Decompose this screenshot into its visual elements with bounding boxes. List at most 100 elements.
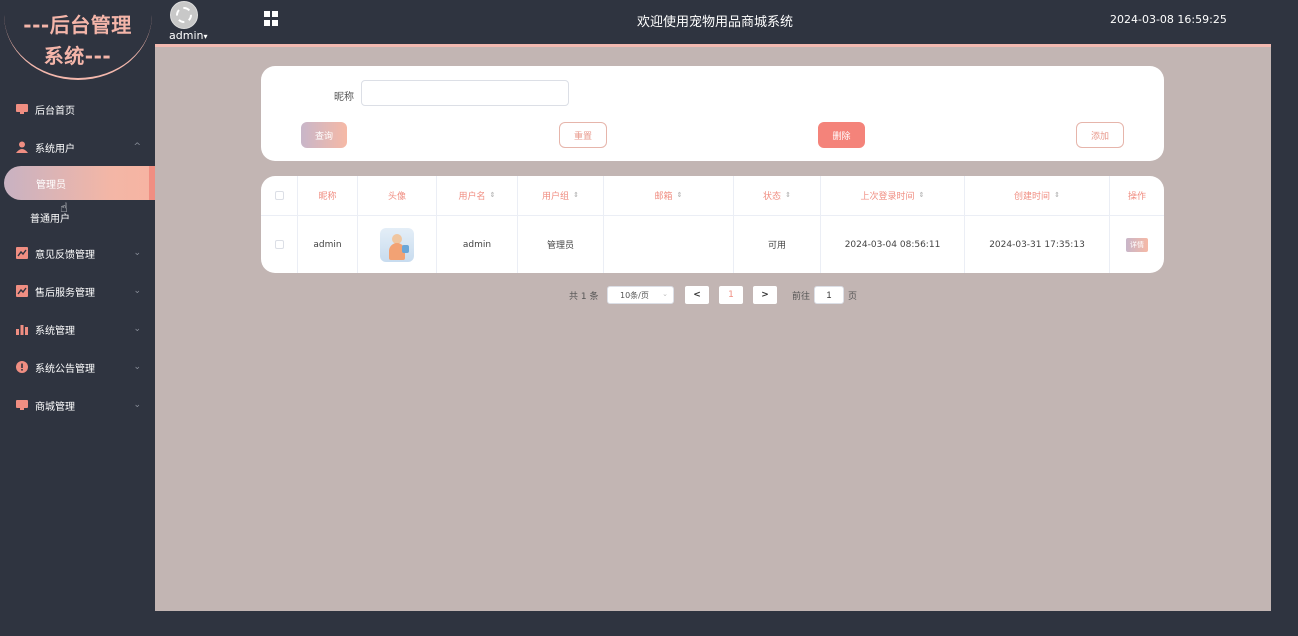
sidebar-menu: 后台首页 系统用户 ^ 管理员 普通用户 意见反馈管理 ⌄ 售后服务管理 ⌄ 系… [0,90,155,424]
sidebar-item-label: 系统公告管理 [35,363,95,375]
chevron-up-icon: ^ [133,142,141,152]
column-label: 邮箱 [654,192,673,202]
created-cell: 2024-03-31 17:35:13 [965,216,1110,273]
chevron-down-icon: ⌄ [133,286,141,296]
user-menu[interactable]: admin▾ [169,29,207,42]
row-checkbox[interactable] [274,240,284,249]
logo: ---后台管理 系统--- [0,0,155,84]
sidebar-subitem-admin[interactable]: 管理员 [4,166,155,200]
action-cell: 详情 [1110,216,1164,273]
column-header-sortable[interactable]: 状态 ⇕ [734,176,821,215]
bar-chart-icon [16,325,28,335]
page-number-current[interactable]: 1 [719,286,743,304]
pagination-total: 共 1 条 [569,292,599,302]
sidebar-item-label: 意见反馈管理 [35,249,95,261]
chart-icon [16,285,28,297]
sidebar-item-label: 后台首页 [35,105,75,117]
delete-button[interactable]: 删除 [818,122,865,148]
column-label: 操作 [1127,192,1146,202]
grid-menu-icon[interactable] [264,11,279,26]
chevron-down-icon: ⌄ [662,290,668,298]
column-header: 操作 [1110,176,1164,215]
column-header: 头像 [358,176,437,215]
status-cell: 可用 [734,216,821,273]
goto-page-input[interactable] [814,286,844,304]
reset-button[interactable]: 重置 [559,122,607,148]
table-header: 昵称 头像 用户名 ⇕ 用户组 ⇕ 邮箱 ⇕ 状态 ⇕ 上次登录时间 ⇕ 创建时间 ⇕ 操作 [261,176,1164,216]
column-label: 头像 [387,192,406,202]
group-cell: 管理员 [518,216,604,273]
sort-icon[interactable]: ⇕ [573,192,579,199]
monitor-icon [16,104,28,114]
sidebar: ---后台管理 系统--- 后台首页 系统用户 ^ 管理员 普通用户 意见反馈管… [0,0,155,636]
select-all-checkbox[interactable] [274,191,284,200]
column-header-sortable[interactable]: 用户名 ⇕ [437,176,518,215]
column-label: 用户名 [458,192,486,202]
page-size-select[interactable]: 10条/页 ⌄ [607,286,674,304]
column-label: 上次登录时间 [860,192,915,202]
monitor-icon [16,400,28,410]
nickname-label: 昵称 [334,92,354,103]
chevron-down-icon: ⌄ [133,324,141,334]
column-header-sortable[interactable]: 创建时间 ⇕ [965,176,1110,215]
page-size-value: 10条/页 [620,290,649,300]
sidebar-item-mall[interactable]: 商城管理 ⌄ [0,386,155,424]
column-label: 状态 [763,192,782,202]
chevron-down-icon: ⌄ [133,362,141,372]
sidebar-item-feedback[interactable]: 意见反馈管理 ⌄ [0,234,155,272]
goto-label: 前往 [792,292,811,302]
last-login-cell: 2024-03-04 08:56:11 [821,216,965,273]
sidebar-item-after-sales[interactable]: 售后服务管理 ⌄ [0,272,155,310]
current-datetime: 2024-03-08 16:59:25 [1110,13,1227,26]
sort-icon[interactable]: ⇕ [677,192,683,199]
nickname-input[interactable] [361,80,569,106]
loading-icon [176,7,192,23]
logo-text-line2: 系统--- [43,44,112,68]
query-button[interactable]: 查询 [301,122,347,148]
chevron-down-icon: ⌄ [133,248,141,258]
sidebar-item-home[interactable]: 后台首页 [0,90,155,128]
table-row: admin admin 管理员 可用 2024-03-04 08:56:11 2… [261,216,1164,273]
sort-icon[interactable]: ⇕ [919,192,925,199]
system-title: 欢迎使用宠物用品商城系统 [636,15,793,30]
info-icon [16,361,28,373]
username-cell: admin [437,216,518,273]
sidebar-item-announcements[interactable]: 系统公告管理 ⌄ [0,348,155,386]
column-header-sortable[interactable]: 邮箱 ⇕ [604,176,734,215]
user-icon [16,141,28,153]
sidebar-item-label: 系统管理 [35,325,75,337]
add-button[interactable]: 添加 [1076,122,1124,148]
next-page-button[interactable]: > [753,286,777,304]
sidebar-item-label: 售后服务管理 [35,287,95,299]
hand-cursor-icon: ☝ [60,201,68,216]
column-header-sortable[interactable]: 用户组 ⇕ [518,176,604,215]
column-label: 创建时间 [1014,192,1051,202]
sidebar-item-label: 系统用户 [35,143,75,155]
page-suffix-label: 页 [848,292,858,302]
sort-icon[interactable]: ⇕ [785,192,791,199]
select-all-cell [261,176,298,215]
user-avatar-image[interactable] [380,227,414,262]
column-header-sortable[interactable]: 上次登录时间 ⇕ [821,176,965,215]
chevron-down-icon: ⌄ [133,400,141,410]
email-cell [604,216,734,273]
nickname-cell: admin [298,216,358,273]
detail-button[interactable]: 详情 [1126,237,1148,252]
sidebar-item-system-users[interactable]: 系统用户 ^ [0,128,155,166]
column-header: 昵称 [298,176,358,215]
prev-page-button[interactable]: < [685,286,709,304]
logo-text-line1: ---后台管理 [23,13,132,37]
sidebar-subitem-regular-user[interactable]: 普通用户 [0,200,155,234]
sort-icon[interactable]: ⇕ [490,192,496,199]
caret-down-icon: ▾ [203,32,208,41]
user-table: 昵称 头像 用户名 ⇕ 用户组 ⇕ 邮箱 ⇕ 状态 ⇕ 上次登录时间 ⇕ 创建时间 ⇕ 操作… [261,176,1164,273]
chart-icon [16,247,28,259]
sort-icon[interactable]: ⇕ [1054,192,1060,199]
avatar[interactable] [170,1,198,29]
sidebar-subitem-label: 管理员 [36,179,66,191]
avatar-cell [358,216,437,273]
column-label: 用户组 [542,192,570,202]
column-label: 昵称 [318,192,337,202]
sidebar-item-system-management[interactable]: 系统管理 ⌄ [0,310,155,348]
row-select-cell [261,216,298,273]
